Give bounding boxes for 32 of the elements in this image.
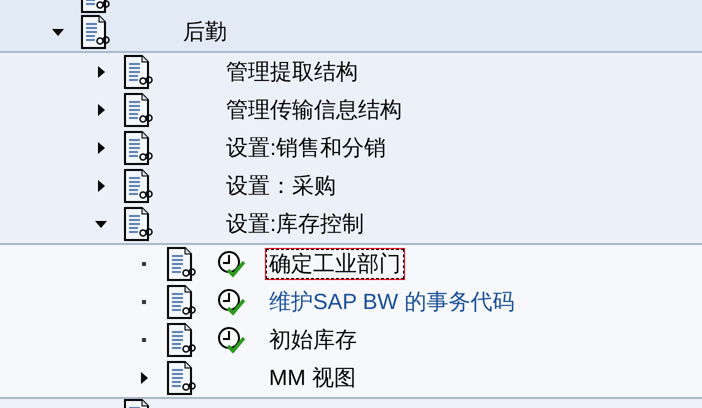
node-label[interactable]: 初始库存 [266,325,360,355]
node-label[interactable]: 设置:库存控制 [223,209,368,239]
document-icon [123,207,153,241]
document-icon [166,323,196,357]
bullet-icon [142,262,146,266]
document-icon [166,285,196,319]
document-icon [123,55,153,89]
document-icon [166,247,196,281]
document-icon [123,131,153,165]
document-icon [123,93,153,127]
node-label[interactable]: 设置：采购 [223,171,339,201]
node-label[interactable]: 管理传输信息结构 [223,95,405,125]
expand-arrow-icon[interactable] [98,180,104,192]
clock-check-icon [217,288,245,316]
expand-arrow-icon[interactable] [98,104,104,116]
collapse-arrow-icon[interactable] [95,220,107,228]
expand-arrow-icon[interactable] [140,372,148,384]
node-label[interactable]: 设置:销售和分销 [223,133,390,163]
node-label[interactable]: 确定工业部门 [266,249,404,279]
collapse-arrow-icon[interactable] [52,28,64,36]
bullet-icon [142,300,146,304]
clock-check-icon [217,250,245,278]
document-icon [80,15,110,49]
node-label[interactable]: 维护SAP BW 的事务代码 [266,287,518,317]
document-icon [123,169,153,203]
node-label[interactable]: MM 视图 [266,363,359,393]
node-label[interactable]: 管理提取结构 [223,57,361,87]
clock-check-icon [217,326,245,354]
expand-arrow-icon[interactable] [98,66,104,78]
node-label[interactable]: 后勤 [180,17,230,47]
bullet-icon [142,338,146,342]
expand-arrow-icon[interactable] [98,142,104,154]
